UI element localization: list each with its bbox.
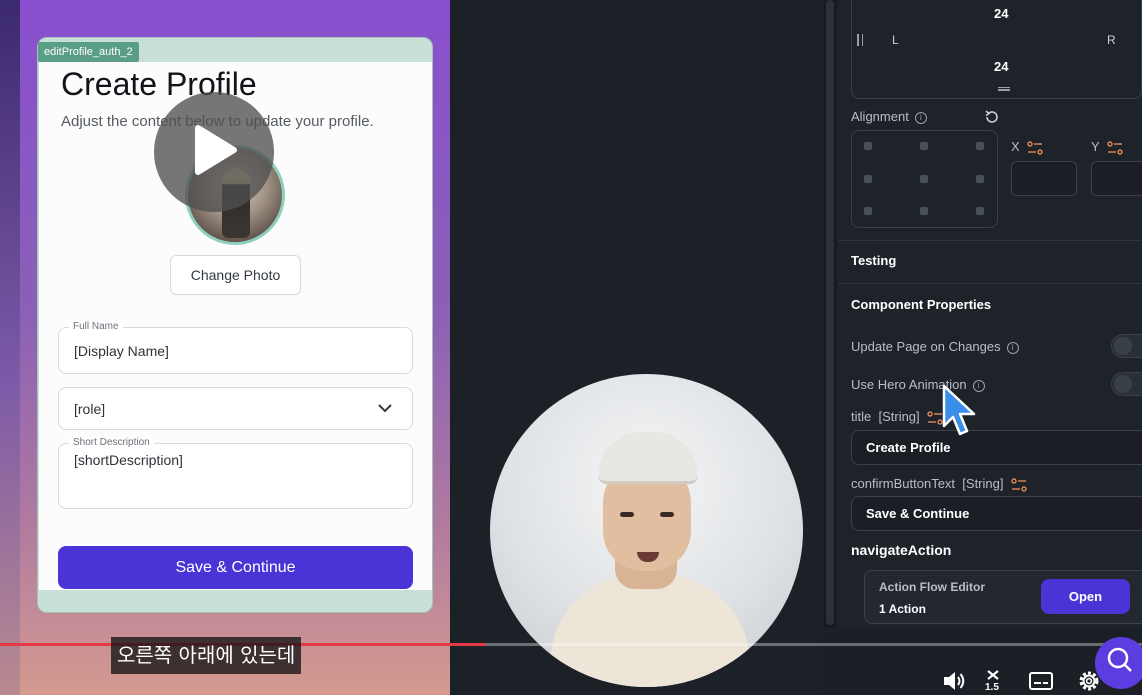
mouse-cursor-icon xyxy=(942,384,976,436)
navigate-action-heading: navigateAction xyxy=(851,542,952,558)
component-properties-section[interactable]: Component Properties xyxy=(851,297,991,312)
variable-icon[interactable] xyxy=(1027,140,1043,155)
chevron-down-icon xyxy=(378,404,392,413)
reset-icon[interactable] xyxy=(984,109,1000,125)
align-center-left[interactable] xyxy=(864,175,872,183)
captions-icon[interactable] xyxy=(1028,668,1054,694)
divider xyxy=(838,240,1142,241)
alignment-label: Alignment xyxy=(851,109,909,124)
y-input[interactable] xyxy=(1091,161,1142,196)
search-fab[interactable] xyxy=(1095,637,1142,689)
align-center-right[interactable] xyxy=(976,175,984,183)
save-continue-button[interactable]: Save & Continue xyxy=(58,546,413,589)
role-dropdown[interactable]: [role] xyxy=(58,387,413,430)
subtitle-caption: 오른쪽 아래에 있는데 xyxy=(111,637,302,674)
align-top-center[interactable] xyxy=(920,142,928,150)
title-prop-input[interactable]: Create Profile xyxy=(851,430,1142,465)
padding-left-label: L xyxy=(892,33,899,47)
testing-section[interactable]: Testing xyxy=(851,253,896,268)
divider xyxy=(838,283,1142,284)
presenter-eye xyxy=(660,512,674,517)
align-top-left[interactable] xyxy=(864,142,872,150)
presenter-cap xyxy=(598,432,698,484)
info-icon[interactable]: i xyxy=(914,111,927,124)
confirm-prop-heading: confirmButtonText [String] xyxy=(851,476,1027,492)
action-flow-card: Action Flow Editor 1 Action Open xyxy=(864,570,1142,624)
widget-name-tag: editProfile_auth_2 xyxy=(38,42,139,62)
title-prop-type: [String] xyxy=(878,409,920,424)
full-name-value: [Display Name] xyxy=(74,343,169,359)
padding-bottom-value[interactable]: 24 xyxy=(994,59,1008,74)
update-page-label: Update Page on Changes xyxy=(851,339,1001,354)
x-heading: X xyxy=(1011,139,1043,155)
left-edge-gradient xyxy=(0,0,20,695)
variable-icon[interactable] xyxy=(1107,140,1123,155)
short-description-value: [shortDescription] xyxy=(74,452,183,468)
align-center[interactable] xyxy=(920,175,928,183)
padding-right-label: R xyxy=(1107,33,1116,47)
align-top-right[interactable] xyxy=(976,142,984,150)
title-prop-heading: title [String] xyxy=(851,409,943,425)
full-name-label: Full Name xyxy=(69,321,123,332)
x-input[interactable] xyxy=(1011,161,1077,196)
full-name-field[interactable]: Full Name [Display Name] xyxy=(58,321,413,374)
action-flow-editor-label: Action Flow Editor xyxy=(879,580,985,594)
change-photo-button[interactable]: Change Photo xyxy=(170,255,301,295)
align-bottom-right[interactable] xyxy=(976,207,984,215)
confirm-prop-type: [String] xyxy=(962,476,1004,491)
confirm-prop-label: confirmButtonText xyxy=(851,476,956,491)
presenter-shirt xyxy=(550,574,750,687)
webcam-overlay xyxy=(490,374,803,687)
playback-speed-icon[interactable] xyxy=(986,669,1000,681)
alignment-heading: Alignment i xyxy=(851,109,927,124)
update-page-row: Update Page on Changes i xyxy=(851,339,1019,354)
toggle-knob xyxy=(1114,337,1132,355)
playback-speed-value[interactable]: 1.5 xyxy=(985,682,999,693)
action-count: 1 Action xyxy=(879,602,926,616)
presenter-eye xyxy=(620,512,634,517)
variable-icon[interactable] xyxy=(1011,477,1027,492)
confirm-prop-input[interactable]: Save & Continue xyxy=(851,496,1142,531)
panel-scrollbar-thumb[interactable] xyxy=(826,0,834,625)
align-bottom-left[interactable] xyxy=(864,207,872,215)
short-description-label: Short Description xyxy=(69,437,154,448)
alignment-grid[interactable] xyxy=(851,130,998,228)
y-label: Y xyxy=(1091,139,1100,154)
padding-bottom-handle[interactable] xyxy=(998,87,1010,91)
y-heading: Y xyxy=(1091,139,1123,155)
align-bottom-center[interactable] xyxy=(920,207,928,215)
title-prop-label: title xyxy=(851,409,872,424)
toggle-knob xyxy=(1114,375,1132,393)
search-icon xyxy=(1107,647,1132,672)
padding-top-value[interactable]: 24 xyxy=(994,6,1008,21)
info-icon[interactable]: i xyxy=(1006,341,1019,354)
volume-icon[interactable] xyxy=(941,668,967,694)
short-description-field[interactable]: Short Description [shortDescription] xyxy=(58,437,413,509)
x-label: X xyxy=(1011,139,1020,154)
hero-animation-toggle[interactable] xyxy=(1111,372,1142,396)
play-button[interactable] xyxy=(154,92,274,212)
preview-screen: Create Profile Adjust the content below … xyxy=(39,62,432,590)
open-action-flow-button[interactable]: Open xyxy=(1041,579,1130,614)
update-page-toggle[interactable] xyxy=(1111,334,1142,358)
play-icon xyxy=(195,125,237,175)
padding-left-handle[interactable] xyxy=(857,34,863,46)
role-value: [role] xyxy=(74,401,106,417)
